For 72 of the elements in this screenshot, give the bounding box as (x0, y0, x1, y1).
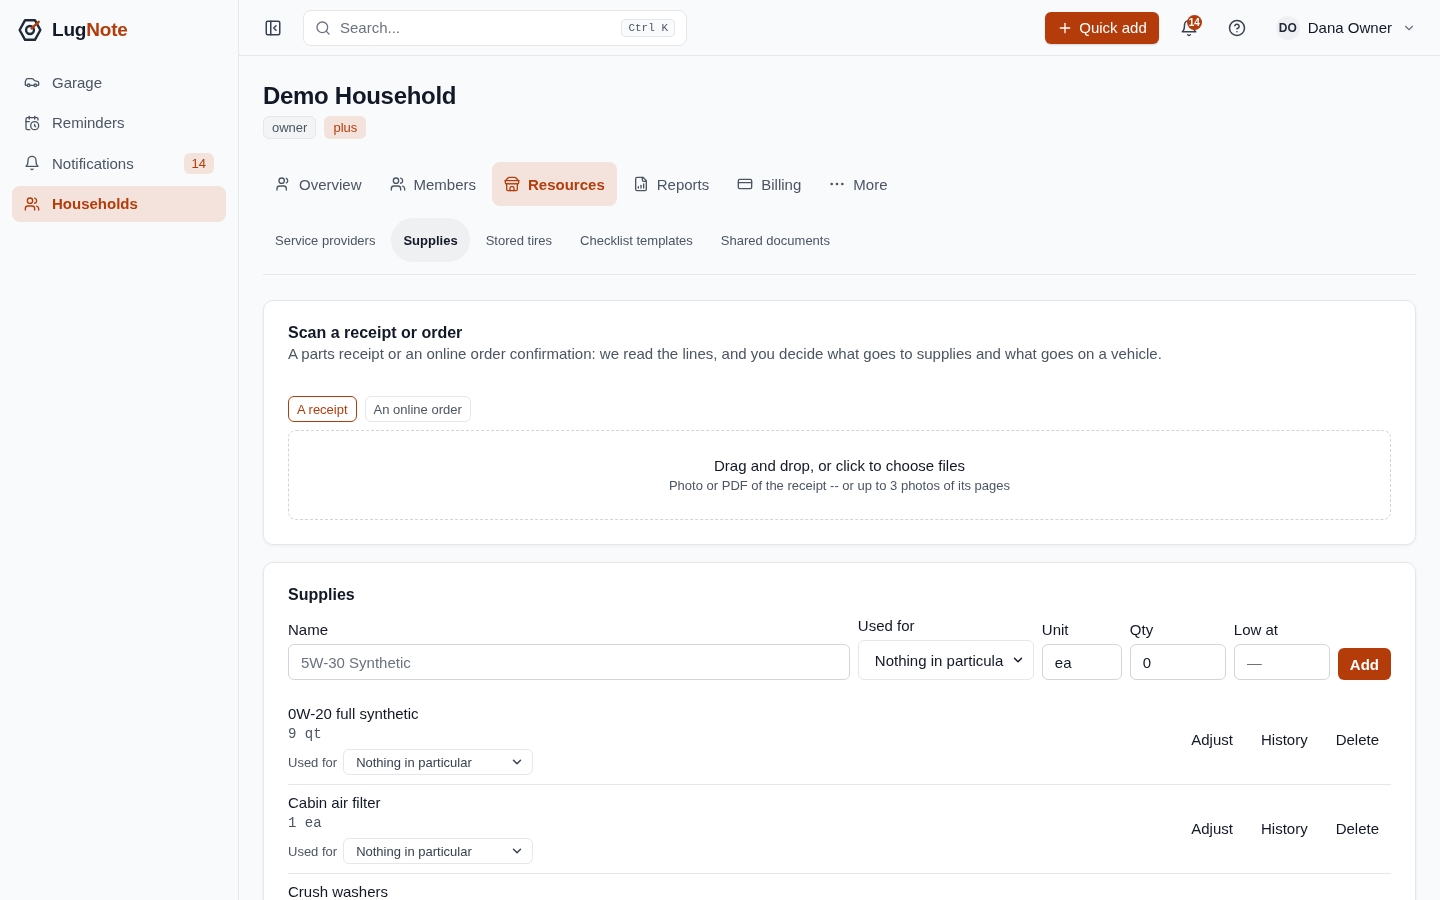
used-for-label: Used for (288, 843, 338, 859)
dropzone-hint: Photo or PDF of the receipt -- or up to 3 photos of its pages (668, 478, 1011, 493)
supply-name: Cabin air filter (288, 793, 381, 813)
used-for-select[interactable]: Nothing in particular (343, 838, 534, 864)
file-dropzone[interactable]: Drag and drop, or click to choose files Photo or PDF of the receipt -- or up to 3 photos of its pages (288, 430, 1391, 520)
field-label: Qty (1129, 620, 1155, 640)
field-label: Unit (1041, 620, 1070, 640)
hexagon-logo-icon (18, 18, 42, 42)
card-description: A parts receipt or an online order confirmation: we read the lines, and you decide what goes to supplies and what goes on a vehicle. (288, 344, 1163, 364)
sidebar-item[interactable]: Households (12, 185, 226, 222)
sidebar-item[interactable]: Garage (12, 64, 226, 100)
section-tab[interactable]: Supplies (391, 218, 470, 262)
adjust-button[interactable]: Adjust (1179, 725, 1245, 754)
person-icon (275, 176, 291, 192)
field-label: Low at (1233, 620, 1280, 640)
tab[interactable]: Resources (492, 162, 617, 206)
card-title: Supplies (288, 585, 356, 605)
panel-icon (264, 18, 282, 37)
supply-name: 0W-20 full synthetic (288, 704, 419, 724)
field-label: Name (288, 620, 329, 640)
storefront-icon (504, 176, 521, 192)
count-badge: 14 (183, 152, 214, 174)
bell-icon (24, 155, 40, 171)
section-tab[interactable]: Checklist templates (568, 218, 705, 262)
card-title: Scan a receipt or order (288, 323, 464, 343)
search-icon (315, 19, 331, 36)
tab[interactable]: Reports (620, 162, 722, 206)
app-logo-text: LugNote (52, 19, 128, 41)
adjust-button[interactable]: Adjust (1179, 814, 1245, 843)
source-toggle[interactable]: A receipt (288, 396, 357, 422)
delete-button[interactable]: Delete (1323, 725, 1391, 754)
tab[interactable]: Overview (263, 162, 374, 206)
user-avatar: DO (1275, 15, 1300, 40)
tab[interactable]: Members (377, 162, 489, 206)
tab[interactable]: More (817, 162, 900, 206)
low-at-field[interactable]: — (1233, 644, 1330, 680)
field-label: Used for (857, 616, 916, 636)
role-tag: plus (324, 116, 367, 139)
quick-add-button[interactable]: Quick add (1045, 11, 1159, 44)
dropzone-title: Drag and drop, or click to choose files (714, 457, 965, 474)
sidebar-item[interactable]: Notifications 14 (12, 145, 226, 181)
source-toggle[interactable]: An online order (364, 396, 471, 422)
name-field[interactable]: 5W-30 Synthetic (288, 644, 850, 680)
role-tag: owner (263, 116, 317, 139)
chart-document-icon (632, 176, 649, 192)
credit-card-icon (737, 176, 754, 192)
used-for-select[interactable]: Nothing in particula (857, 640, 1034, 680)
user-menu-button[interactable]: Dana Owner (1307, 19, 1416, 36)
add-button[interactable]: Add (1337, 648, 1391, 680)
history-button[interactable]: History (1248, 725, 1320, 754)
history-button[interactable]: History (1248, 814, 1320, 843)
people-icon (24, 195, 40, 212)
section-tab[interactable]: Service providers (263, 218, 388, 262)
section-tab[interactable]: Shared documents (708, 218, 842, 262)
notifications-button[interactable]: 14 (1173, 12, 1204, 43)
calendar-clock-icon (24, 114, 40, 131)
section-tab[interactable]: Stored tires (473, 218, 565, 262)
tab[interactable]: Billing (725, 162, 814, 206)
notification-count: 14 (1186, 14, 1202, 30)
unit-field[interactable]: ea (1041, 644, 1122, 680)
page-title: Demo Household (263, 81, 458, 111)
help-icon (1227, 18, 1246, 37)
used-for-label: Used for (288, 754, 338, 770)
supply-quantity: 9 qt (288, 725, 322, 744)
supply-quantity: 1 ea (288, 814, 322, 833)
delete-button[interactable]: Delete (1323, 814, 1391, 843)
people-icon (389, 176, 406, 192)
used-for-select[interactable]: Nothing in particular (343, 749, 534, 775)
supply-name: Crush washers (288, 882, 389, 900)
qty-field[interactable]: 0 (1129, 644, 1226, 680)
sidebar-item[interactable]: Reminders (12, 104, 226, 141)
bell-icon (1179, 18, 1198, 37)
